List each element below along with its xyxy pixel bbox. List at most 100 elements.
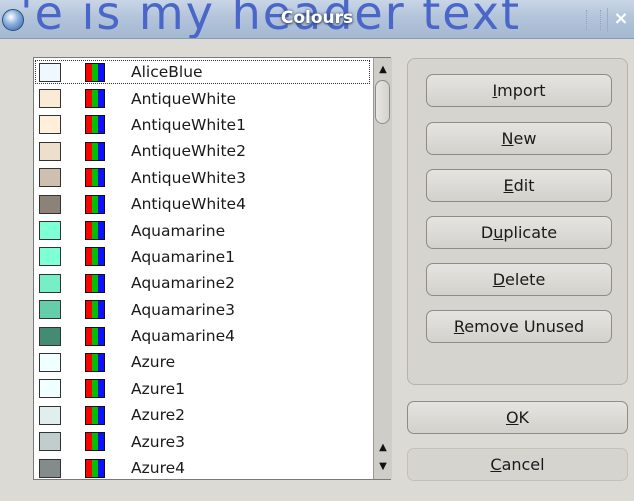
rgb-icon [85,247,105,267]
title-bar[interactable]: 'e is my header text Colours × [0,0,634,39]
rgb-icon [85,458,105,478]
delete-button-mnemonic: D [492,270,506,289]
colour-name: Azure4 [131,459,185,478]
cancel-button[interactable]: Cancel [407,448,628,481]
rgb-icon [85,326,105,346]
colour-name: Azure [131,353,176,372]
list-item[interactable]: Aquamarine1 [34,244,371,270]
list-item[interactable]: Azure2 [34,402,371,428]
colour-name: Aquamarine3 [131,300,235,319]
colour-swatch [39,115,61,135]
list-item[interactable]: AntiqueWhite [34,85,371,111]
colour-swatch [39,221,61,241]
colour-swatch [39,194,61,214]
rgb-icon [85,300,105,320]
rgb-icon [85,405,105,425]
scroll-thumb[interactable] [375,80,390,124]
import-button-label: mport [497,81,546,100]
duplicate-button-label: D [480,223,494,242]
scroll-up-icon[interactable]: ▲ [374,439,392,457]
close-icon[interactable]: × [607,8,634,32]
colour-swatch [39,168,61,188]
list-item[interactable]: Azure4 [34,455,371,481]
title-separator [586,10,588,30]
edit-button-label: dit [513,176,535,195]
ok-button-label: K [518,408,530,427]
colour-name: Aquamarine4 [131,327,235,346]
rgb-icon [85,62,105,82]
colour-name: AntiqueWhite [131,89,237,108]
duplicate-button-label: plicate [503,223,558,242]
rgb-icon [85,352,105,372]
colour-swatch [39,379,61,399]
delete-button-label: elete [505,270,546,289]
ok-button[interactable]: OK [407,401,628,434]
rgb-icon [85,115,105,135]
list-item[interactable]: Aquamarine4 [34,323,371,349]
list-item[interactable]: AntiqueWhite3 [34,165,371,191]
rgb-icon [85,89,105,109]
colour-name: Azure2 [131,406,185,425]
list-item[interactable]: Aquamarine [34,217,371,243]
colour-swatch [39,432,61,452]
colour-name: AntiqueWhite4 [131,195,246,214]
colour-name: Aquamarine1 [131,247,235,266]
duplicate-button[interactable]: Duplicate [426,216,612,249]
vertical-scrollbar[interactable]: ▲ ▲ ▼ [373,58,392,479]
delete-button[interactable]: Delete [426,263,612,296]
title-separator [600,10,602,30]
colour-name: AliceBlue [131,63,203,82]
colour-name: Aquamarine2 [131,274,235,293]
colour-swatch [39,458,61,478]
rgb-icon [85,221,105,241]
new-button[interactable]: New [426,122,612,155]
list-item[interactable]: Aquamarine3 [34,297,371,323]
list-item[interactable]: AliceBlue [34,59,371,85]
remove-unused-button-label: emove Unused [464,317,585,336]
colour-swatch [39,141,61,161]
scroll-down-icon[interactable]: ▼ [374,458,392,476]
ok-button-mnemonic: O [505,408,519,427]
rgb-icon [85,432,105,452]
rgb-icon [85,273,105,293]
colour-swatch [39,62,61,82]
list-item[interactable]: Aquamarine2 [34,270,371,296]
colour-list[interactable]: AliceBlue AntiqueWhite AntiqueWhite1 Antiqu… [33,57,392,481]
colour-name: Azure3 [131,432,185,451]
colour-list-rows: AliceBlue AntiqueWhite AntiqueWhite1 Antiqu… [34,59,371,481]
new-button-label: ew [513,129,537,148]
colour-name: AntiqueWhite3 [131,168,246,187]
edit-button[interactable]: Edit [426,169,612,202]
colour-name: AntiqueWhite2 [131,142,246,161]
colour-swatch [39,273,61,293]
scroll-up-icon[interactable]: ▲ [374,61,392,79]
list-item[interactable]: AntiqueWhite2 [34,138,371,164]
colour-swatch [39,352,61,372]
list-item[interactable]: Azure3 [34,428,371,454]
list-item[interactable]: AntiqueWhite1 [34,112,371,138]
rgb-icon [85,379,105,399]
list-item[interactable]: AntiqueWhite4 [34,191,371,217]
remove-unused-button[interactable]: Remove Unused [426,310,612,343]
rgb-icon [85,141,105,161]
list-item[interactable]: Azure1 [34,376,371,402]
colour-swatch [39,326,61,346]
cancel-button-label: ancel [501,455,545,474]
list-item[interactable]: Azure [34,349,371,375]
duplicate-button-mnemonic: u [493,223,504,242]
colour-swatch [39,247,61,267]
colour-name: AntiqueWhite1 [131,115,246,134]
colour-swatch [39,89,61,109]
window-title: Colours [280,8,354,28]
colour-name: Aquamarine [131,221,226,240]
rgb-icon [85,168,105,188]
cancel-button-mnemonic: C [490,455,502,474]
remove-unused-button-mnemonic: R [453,317,465,336]
colour-name: Azure1 [131,379,185,398]
rgb-icon [85,194,105,214]
edit-button-mnemonic: E [503,176,514,195]
colour-swatch [39,405,61,425]
colour-swatch [39,300,61,320]
new-button-mnemonic: N [501,129,514,148]
import-button[interactable]: Import [426,74,612,107]
